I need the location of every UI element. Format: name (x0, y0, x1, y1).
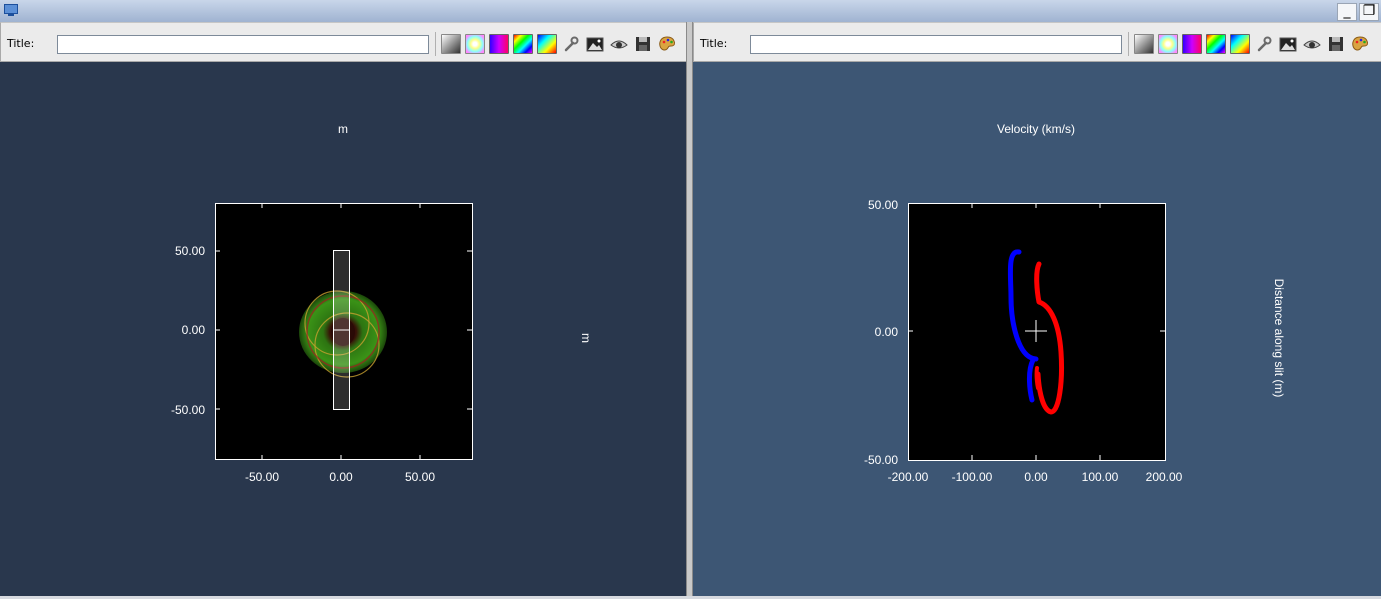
eye-icon[interactable] (1302, 34, 1322, 54)
wrench-icon[interactable] (561, 34, 581, 54)
left-x-tick-label: 0.00 (329, 470, 353, 484)
left-y-tick-label: -50.00 (171, 403, 205, 417)
purple-colormap-icon[interactable] (1182, 34, 1202, 54)
right-pv-plot[interactable]: Velocity (km/s) Distance along slit (m) … (693, 62, 1381, 596)
title-input[interactable] (57, 35, 429, 54)
toolbar-separator (1128, 32, 1129, 56)
right-y-tick-label: 50.00 (868, 198, 898, 212)
title-label: Title: (700, 37, 728, 50)
palette-icon[interactable] (657, 34, 677, 54)
left-panel: Title: m m -50.00 0.00 50.00 50.00 0.00 … (0, 22, 686, 596)
purple-colormap-icon[interactable] (489, 34, 509, 54)
right-x-tick-label: 0.00 (1024, 470, 1048, 484)
right-plot-area[interactable]: Velocity (km/s) Distance along slit (m) … (693, 62, 1381, 596)
grayscale-colormap-icon[interactable] (441, 34, 461, 54)
right-toolbar: Title: (693, 22, 1381, 62)
pastel-colormap-icon[interactable] (1158, 34, 1178, 54)
toolbar-separator (435, 32, 436, 56)
restore-button[interactable]: ❐ (1359, 3, 1379, 21)
right-right-axis-label: Distance along slit (m) (1272, 279, 1286, 398)
spectrum-colormap-icon[interactable] (1230, 34, 1250, 54)
left-y-tick-label: 0.00 (182, 323, 206, 337)
right-panel: Title: Velocity (km/s) Distance along sl… (693, 22, 1381, 596)
left-plot-area[interactable]: m m -50.00 0.00 50.00 50.00 0.00 -50.00 (0, 62, 686, 596)
image-icon[interactable] (585, 34, 605, 54)
eye-icon[interactable] (609, 34, 629, 54)
spectrum-colormap-icon[interactable] (537, 34, 557, 54)
left-image-plot[interactable]: m m -50.00 0.00 50.00 50.00 0.00 -50.00 (0, 62, 686, 596)
rainbow-colormap-icon[interactable] (513, 34, 533, 54)
save-icon[interactable] (633, 34, 653, 54)
right-y-tick-label: -50.00 (864, 453, 898, 467)
left-toolbar: Title: (0, 22, 686, 62)
left-y-tick-label: 50.00 (175, 244, 205, 258)
right-x-tick-label: 100.00 (1082, 470, 1119, 484)
left-top-axis-label: m (338, 122, 348, 136)
rainbow-colormap-icon[interactable] (1206, 34, 1226, 54)
right-x-tick-label: -100.00 (952, 470, 993, 484)
left-right-axis-label: m (579, 333, 593, 343)
pastel-colormap-icon[interactable] (465, 34, 485, 54)
wrench-icon[interactable] (1254, 34, 1274, 54)
app-icon (4, 4, 18, 16)
palette-icon[interactable] (1350, 34, 1370, 54)
left-x-tick-label: 50.00 (405, 470, 435, 484)
title-label: Title: (7, 37, 35, 50)
right-y-tick-label: 0.00 (875, 325, 899, 339)
right-x-tick-label: -200.00 (888, 470, 929, 484)
left-x-tick-label: -50.00 (245, 470, 279, 484)
image-icon[interactable] (1278, 34, 1298, 54)
right-x-tick-label: 200.00 (1146, 470, 1183, 484)
minimize-button[interactable]: _ (1337, 3, 1357, 21)
right-top-axis-label: Velocity (km/s) (997, 122, 1075, 136)
grayscale-colormap-icon[interactable] (1134, 34, 1154, 54)
right-plot-frame (908, 203, 1166, 461)
split-pane-divider[interactable] (686, 22, 693, 596)
window-titlebar: _ ❐ (0, 0, 1381, 22)
save-icon[interactable] (1326, 34, 1346, 54)
title-input[interactable] (750, 35, 1122, 54)
